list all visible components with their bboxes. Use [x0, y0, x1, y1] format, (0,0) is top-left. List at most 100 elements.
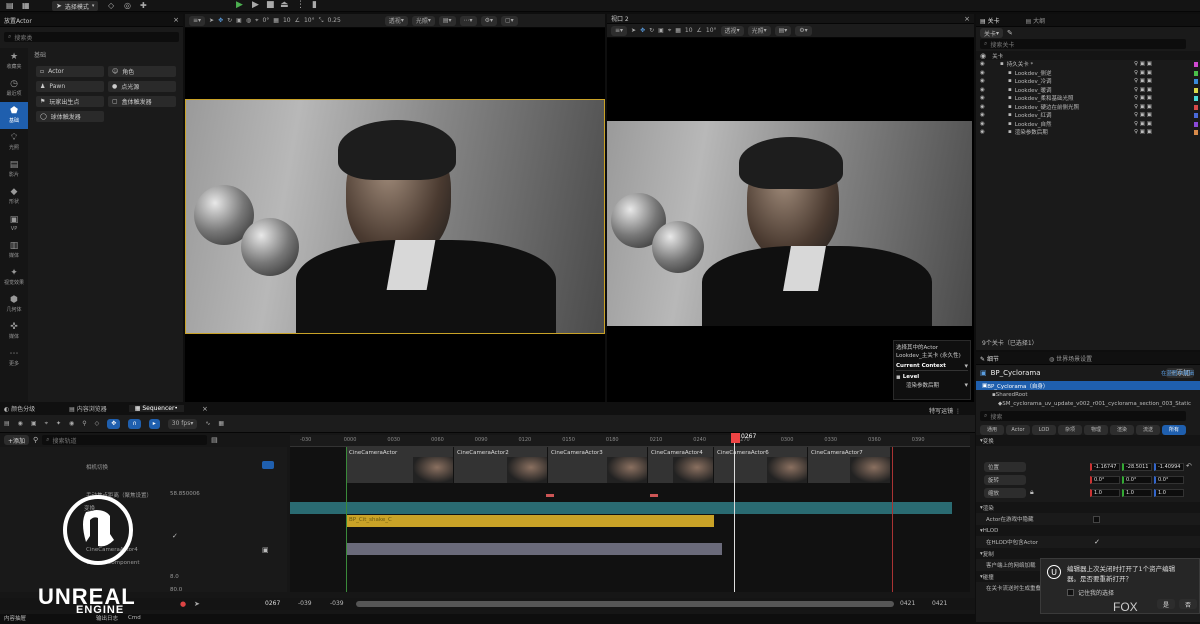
class-search-input[interactable]: ⌕ 搜索类 [4, 32, 179, 42]
level-row[interactable]: ◉ ▪ 持久关卡 * ♀ ▣ ▣ [976, 60, 1200, 69]
camera-icon[interactable]: ▣ [262, 546, 269, 554]
level-color-swatch[interactable] [1194, 70, 1198, 76]
eject-icon[interactable]: ⏏ [280, 0, 289, 10]
level-row[interactable]: ◉ ▪ Lookdev_红调 ♀ ▣ ▣ [976, 111, 1200, 120]
rotate-icon[interactable]: ↻ [227, 17, 232, 24]
levels-search-input[interactable]: ⌕ 搜索关卡 [980, 39, 1186, 49]
filter-tab[interactable]: 杂项 [1058, 424, 1082, 435]
platform-icon[interactable]: ▮ [312, 0, 317, 10]
actor-item-point-light[interactable]: ● 点光源 [108, 81, 176, 92]
eye-icon[interactable]: ◉ [69, 420, 74, 427]
track-name[interactable]: 相机切换 [86, 463, 108, 471]
viewport-2-tab[interactable]: 视口 2 × [607, 14, 974, 24]
category-cinematic[interactable]: ▤ 影片 [0, 156, 28, 183]
step-icon[interactable]: ▶ [252, 0, 259, 10]
level-row[interactable]: ▪ Level [896, 373, 968, 381]
stop-icon[interactable]: ■ [266, 0, 275, 10]
rotation-snap-value[interactable]: 10° [706, 27, 717, 34]
step-forward-icon[interactable]: ➤ [194, 600, 200, 608]
actor-item-actor[interactable]: ▫ Actor [36, 66, 104, 77]
lock-icon[interactable]: ♀ ▣ ▣ [1134, 129, 1152, 135]
filter-tab[interactable]: Actor [1006, 424, 1030, 435]
current-frame-field[interactable]: 0267 [265, 600, 280, 607]
list-icon[interactable]: ▤ [211, 436, 218, 444]
view-start[interactable]: -039 [330, 600, 344, 607]
play-icon[interactable]: ▶ [236, 0, 243, 10]
camera-clip[interactable]: CineCameraActor2 [454, 447, 548, 483]
move-icon[interactable]: ✥ [640, 27, 645, 34]
level-color-swatch[interactable] [1194, 62, 1198, 67]
camera-cut-icon[interactable] [262, 461, 274, 469]
show-dropdown[interactable]: ▤▾ [438, 15, 456, 26]
grid-snap-value[interactable]: 10 [685, 27, 693, 34]
eye-icon[interactable]: ◉ [980, 104, 985, 110]
category-media[interactable]: ▥ 媒体 [0, 237, 28, 264]
category-vfx[interactable]: ✦ 视觉效果 [0, 264, 28, 291]
shake-bar[interactable]: BP_Cit_shake_C [346, 515, 714, 527]
scale-snap-value[interactable]: 0.25 [327, 17, 340, 24]
category-more[interactable]: ⋯ 更多 [0, 345, 28, 372]
scale-z-field[interactable]: 1.0 [1154, 489, 1184, 497]
filter-tab[interactable]: 渲染 [1110, 424, 1134, 435]
snap-icon[interactable]: ⌖ [45, 420, 48, 428]
eye-icon[interactable]: ◉ [980, 112, 985, 118]
filter-tab[interactable]: 通用 [980, 424, 1004, 435]
perspective-dropdown[interactable]: 透视 ▾ [384, 15, 408, 26]
edit-in-blueprint-link[interactable]: 在蓝图中编辑 [1161, 369, 1194, 377]
category-media2[interactable]: ✜ 媒体 [0, 318, 28, 345]
layout-dropdown[interactable]: ▢▾ [500, 15, 518, 26]
category-shapes[interactable]: ◆ 形状 [0, 183, 28, 210]
sequence-name[interactable]: 特写运镜 ⋮ [929, 406, 961, 415]
lock-icon[interactable]: ♀ ▣ ▣ [1134, 78, 1152, 84]
lit-dropdown[interactable]: 光照 ▾ [411, 15, 435, 26]
levels-dropdown[interactable]: 关卡 ▾ [980, 28, 1004, 38]
snap-icon[interactable]: ⌖ [255, 17, 258, 25]
remember-row[interactable]: 记住我的选择 [1067, 588, 1114, 597]
category-geometry[interactable]: ⬢ 几何体 [0, 291, 28, 318]
settings-dropdown[interactable]: ⚙▾ [480, 15, 497, 26]
level-color-swatch[interactable] [1194, 121, 1198, 127]
fps-dropdown[interactable]: 30 fps ▾ [167, 418, 198, 429]
scale-snap-icon[interactable]: ⤡ [319, 17, 324, 25]
eye-icon[interactable]: ◉ [980, 87, 985, 93]
tab-outliner[interactable]: ▤ 大纲 [1026, 16, 1046, 25]
angle-icon[interactable]: ∠ [295, 17, 300, 24]
auto-key-button[interactable]: ✥ [107, 418, 121, 429]
lock-icon[interactable]: 🔒︎ [1030, 488, 1034, 497]
no-button[interactable]: 否 [1179, 599, 1197, 609]
level-color-swatch[interactable] [1194, 79, 1198, 84]
settings-dropdown[interactable]: ⚙▾ [795, 25, 812, 36]
details-search-input[interactable]: ⌕ 搜索 [980, 411, 1186, 421]
level-color-swatch[interactable] [1194, 96, 1198, 101]
track-value[interactable]: 8.0 [170, 574, 179, 580]
playhead-handle[interactable] [731, 433, 740, 443]
lock-icon[interactable]: ♀ ▣ ▣ [1134, 95, 1152, 101]
hidden-checkbox[interactable] [1093, 515, 1100, 523]
close-icon[interactable]: × [202, 405, 208, 413]
checkmark-icon[interactable]: ✓ [1094, 538, 1100, 546]
mesh-row[interactable]: ◆ SM_cyclorama_uv_update_v002_r001_cyclo… [976, 399, 1200, 408]
angle-icon[interactable]: ∠ [697, 27, 702, 34]
blueprint-icon[interactable]: ◇ [108, 1, 114, 10]
place-actors-tab[interactable]: 放置Actor × [0, 14, 183, 27]
tab-levels[interactable]: ▤ 关卡 [980, 16, 1000, 25]
scale-y-field[interactable]: 1.0 [1122, 489, 1152, 497]
build-icon[interactable]: ✚ [140, 1, 147, 10]
filter-tab[interactable]: 物理 [1084, 424, 1108, 435]
range-end[interactable]: 0421 [932, 600, 947, 607]
category-recent[interactable]: ◷ 最近项 [0, 75, 28, 102]
lock-icon[interactable]: ♀ ▣ ▣ [1134, 87, 1152, 93]
actor-item-box-trigger[interactable]: ▢ 盒体触发器 [108, 96, 176, 107]
tab-sequencer[interactable]: ▦ Sequencer• [128, 405, 184, 412]
location-z-field[interactable]: -1.40994 [1154, 463, 1184, 471]
tab-content-browser[interactable]: ▤ 内容浏览器 [69, 404, 107, 413]
lit-dropdown[interactable]: 光照 ▾ [747, 25, 771, 36]
scale-x-field[interactable]: 1.0 [1090, 489, 1120, 497]
content-icon[interactable]: ▦ [22, 1, 30, 10]
key-type-icon[interactable]: ◇ [95, 420, 100, 427]
actor-item-pawn[interactable]: ♟ Pawn [36, 81, 104, 92]
shared-root-row[interactable]: ▪ SharedRoot [976, 390, 1200, 399]
grid-icon[interactable]: ▦ [218, 420, 224, 427]
rotation-z-field[interactable]: 0.0° [1154, 476, 1184, 484]
save-icon[interactable]: ▤ [6, 1, 14, 10]
